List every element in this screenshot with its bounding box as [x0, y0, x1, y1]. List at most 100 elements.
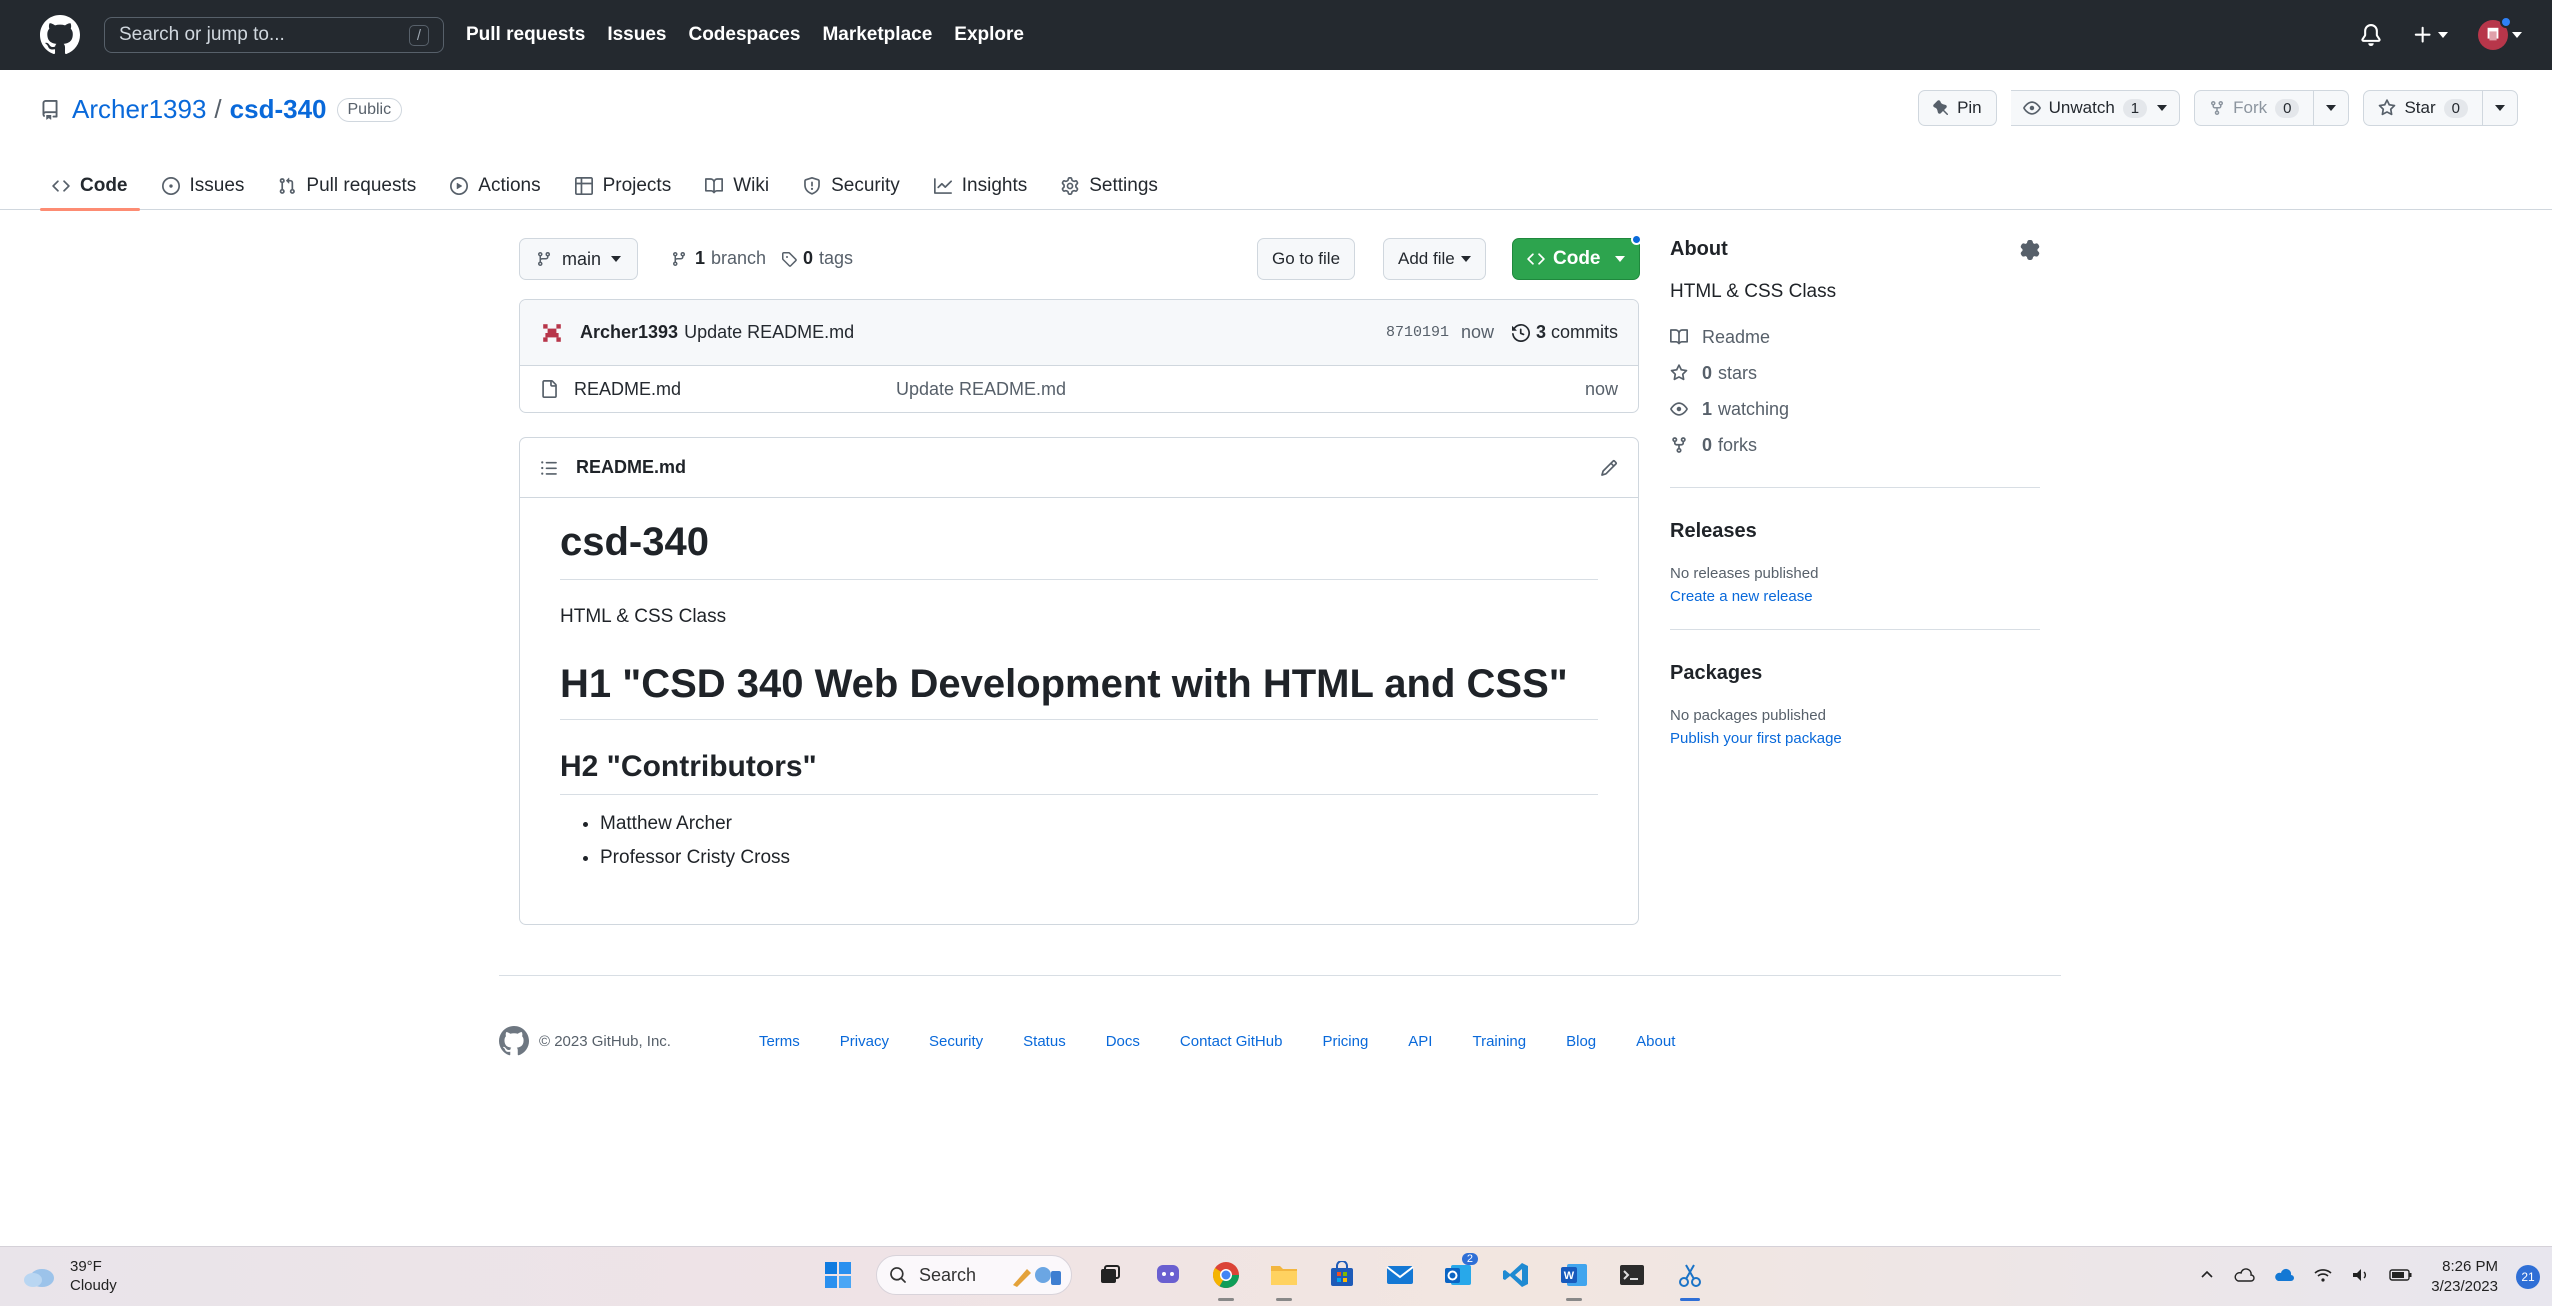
vscode-icon[interactable] — [1496, 1255, 1536, 1295]
packages-title[interactable]: Packages — [1670, 662, 2040, 685]
footer-link-privacy[interactable]: Privacy — [840, 1033, 889, 1050]
repo-name-link[interactable]: csd-340 — [230, 94, 327, 125]
file-listing: Archer1393 Update README.md 8710191 now … — [519, 299, 1639, 413]
volume-icon[interactable] — [2351, 1267, 2371, 1287]
commits-history-link[interactable]: 3 commits — [1511, 322, 1618, 343]
outlook-icon[interactable]: 2 — [1438, 1253, 1478, 1295]
fork-dropdown-button[interactable] — [2314, 90, 2350, 126]
outline-list-icon[interactable] — [540, 459, 558, 477]
tab-pull-requests[interactable]: Pull requests — [266, 162, 428, 210]
github-logo-icon[interactable] — [40, 15, 80, 55]
repo-owner-link[interactable]: Archer1393 — [72, 94, 206, 125]
file-explorer-icon[interactable] — [1264, 1255, 1304, 1301]
fork-label: Fork — [2233, 98, 2268, 117]
footer-link-about[interactable]: About — [1636, 1033, 1675, 1050]
create-new-plus-icon[interactable] — [2412, 24, 2448, 46]
code-button-label: Code — [1553, 248, 1601, 269]
author-avatar[interactable] — [540, 321, 564, 345]
file-row[interactable]: README.md Update README.md now — [520, 366, 1638, 412]
nav-pull-requests[interactable]: Pull requests — [466, 24, 585, 46]
tab-code[interactable]: Code — [40, 162, 140, 211]
search-input[interactable]: Search or jump to... / — [104, 17, 444, 53]
tab-actions[interactable]: Actions — [438, 162, 552, 210]
tab-projects[interactable]: Projects — [563, 162, 684, 210]
commit-sha-link[interactable]: 8710191 — [1386, 324, 1449, 341]
notifications-bell-icon[interactable] — [2360, 24, 2382, 46]
readme-content: csd-340 HTML & CSS Class H1 "CSD 340 Web… — [520, 498, 1638, 869]
task-view-icon[interactable] — [1090, 1255, 1130, 1295]
word-icon[interactable]: W — [1554, 1255, 1594, 1301]
repo-actions: Pin Unwatch 1 Fork 0 Star 0 — [1918, 90, 2518, 126]
footer-link-terms[interactable]: Terms — [759, 1033, 800, 1050]
onedrive-outline-icon[interactable] — [2233, 1267, 2255, 1287]
releases-title[interactable]: Releases — [1670, 520, 2040, 543]
file-commit-message-link[interactable]: Update README.md — [896, 379, 1066, 400]
fork-button[interactable]: Fork 0 — [2194, 90, 2315, 126]
watch-dropdown-caret — [2157, 105, 2168, 111]
nav-marketplace[interactable]: Marketplace — [822, 24, 932, 46]
repo-sidebar: About HTML & CSS Class Readme 0 stars 1 … — [1670, 238, 2040, 747]
readme-filename-link[interactable]: README.md — [576, 457, 686, 478]
go-to-file-button[interactable]: Go to file — [1257, 238, 1356, 280]
footer-link-blog[interactable]: Blog — [1566, 1033, 1596, 1050]
tab-wiki[interactable]: Wiki — [693, 162, 781, 210]
gear-icon[interactable] — [2020, 239, 2040, 260]
tags-link[interactable]: 0 tags — [781, 248, 853, 269]
star-button[interactable]: Star 0 — [2363, 90, 2483, 126]
watchers-link[interactable]: 1 watching — [1670, 391, 2040, 427]
footer-link-security[interactable]: Security — [929, 1033, 983, 1050]
chevron-up-icon[interactable] — [2199, 1267, 2215, 1287]
mail-icon[interactable] — [1380, 1255, 1420, 1295]
pin-button[interactable]: Pin — [1918, 90, 1997, 126]
stars-link[interactable]: 0 stars — [1670, 355, 2040, 391]
unwatch-button[interactable]: Unwatch 1 — [2010, 90, 2181, 126]
file-name-link[interactable]: README.md — [574, 379, 896, 400]
teams-chat-icon[interactable] — [1148, 1255, 1188, 1295]
weather-condition: Cloudy — [70, 1277, 117, 1294]
branch-selector[interactable]: main — [519, 238, 639, 280]
commit-author-link[interactable]: Archer1393 — [580, 322, 678, 343]
star-dropdown-button[interactable] — [2483, 90, 2518, 126]
user-menu[interactable] — [2478, 16, 2522, 50]
footer-link-docs[interactable]: Docs — [1106, 1033, 1140, 1050]
weather-widget[interactable]: 39°F Cloudy — [22, 1257, 117, 1295]
microsoft-store-icon[interactable] — [1322, 1255, 1362, 1295]
system-clock[interactable]: 8:26 PM 3/23/2023 — [2431, 1257, 2498, 1297]
branch-count: 1 — [695, 248, 706, 268]
nav-issues[interactable]: Issues — [607, 24, 666, 46]
publish-package-link[interactable]: Publish your first package — [1670, 730, 2040, 747]
windows-start-icon[interactable] — [818, 1255, 858, 1295]
taskbar-search[interactable]: Search — [876, 1255, 1072, 1295]
create-release-link[interactable]: Create a new release — [1670, 588, 2040, 605]
github-mark-icon[interactable] — [499, 1026, 529, 1056]
snipping-tool-icon[interactable] — [1670, 1255, 1710, 1301]
nav-codespaces[interactable]: Codespaces — [688, 24, 800, 46]
tab-insights[interactable]: Insights — [922, 162, 1039, 210]
tab-settings[interactable]: Settings — [1049, 162, 1170, 210]
onedrive-icon[interactable] — [2273, 1267, 2295, 1287]
add-file-button[interactable]: Add file — [1383, 238, 1486, 280]
chrome-icon[interactable] — [1206, 1255, 1246, 1301]
footer-link-api[interactable]: API — [1408, 1033, 1432, 1050]
notification-count-badge[interactable]: 21 — [2516, 1265, 2540, 1289]
nav-explore[interactable]: Explore — [954, 24, 1024, 46]
footer-link-pricing[interactable]: Pricing — [1322, 1033, 1368, 1050]
branches-link[interactable]: 1 branch — [671, 248, 766, 269]
branch-count-label: branch — [711, 248, 767, 268]
footer-link-status[interactable]: Status — [1023, 1033, 1066, 1050]
footer-link-training[interactable]: Training — [1472, 1033, 1526, 1050]
wifi-icon[interactable] — [2313, 1267, 2333, 1287]
repo-tabs: Code Issues Pull requests Actions Projec… — [40, 162, 1180, 211]
forks-link[interactable]: 0 forks — [1670, 427, 2040, 463]
footer-link-contact[interactable]: Contact GitHub — [1180, 1033, 1283, 1050]
releases-empty-text: No releases published — [1670, 565, 1819, 582]
code-button[interactable]: Code — [1512, 234, 1642, 280]
battery-icon[interactable] — [2389, 1268, 2413, 1286]
terminal-icon[interactable] — [1612, 1255, 1652, 1295]
commit-message-link[interactable]: Update README.md — [684, 322, 854, 343]
readme-link[interactable]: Readme — [1670, 319, 2040, 355]
tab-issues[interactable]: Issues — [150, 162, 257, 210]
pencil-edit-icon[interactable] — [1600, 459, 1618, 477]
tab-security[interactable]: Security — [791, 162, 912, 210]
status-dot — [2500, 16, 2512, 28]
